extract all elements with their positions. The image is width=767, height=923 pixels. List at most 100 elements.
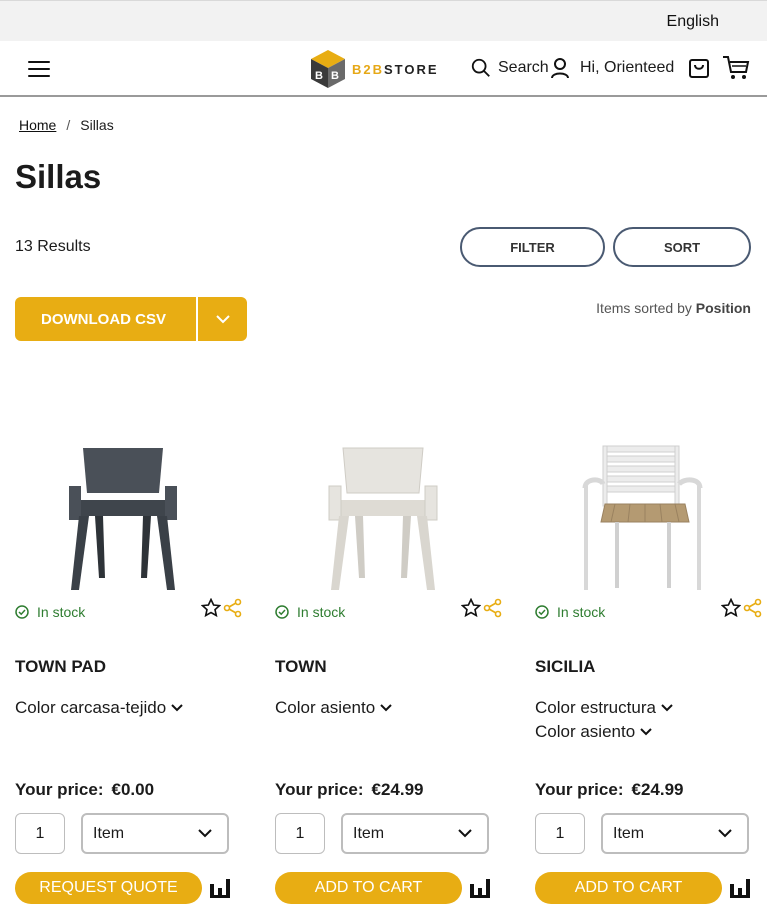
product-name[interactable]: SICILIA [535, 657, 595, 677]
unit-select[interactable]: Item [341, 813, 489, 854]
quantity-input[interactable]: 1 [275, 813, 325, 854]
product-image[interactable] [315, 438, 450, 593]
breadcrumb-current: Sillas [80, 117, 114, 133]
compare-button[interactable] [469, 878, 491, 903]
wishlist-button[interactable] [200, 597, 222, 623]
price-label: Your price: [275, 780, 364, 799]
unit-value: Item [93, 824, 125, 842]
product-card: In stock TOWN PAD Color carcasa-tejido Y… [15, 430, 247, 920]
compare-chart-icon [730, 879, 750, 898]
product-options: Color estructura Color asiento [535, 696, 674, 744]
breadcrumb-home[interactable]: Home [19, 117, 56, 133]
product-card: In stock TOWN Color asiento Your price: €… [275, 430, 507, 920]
option-label: Color asiento [535, 722, 636, 741]
share-button[interactable] [223, 598, 243, 623]
cart-button[interactable] [722, 55, 750, 86]
add-to-cart-button[interactable]: ADD TO CART [275, 872, 462, 904]
product-card: In stock SICILIA Color estructura Color … [535, 430, 767, 920]
search-label: Search [498, 59, 549, 76]
svg-text:B: B [315, 70, 323, 82]
download-csv-options-button[interactable] [198, 297, 247, 341]
quantity-input[interactable]: 1 [15, 813, 65, 854]
star-icon [720, 597, 742, 618]
compare-button[interactable] [209, 878, 231, 903]
user-icon [551, 58, 569, 79]
menu-icon[interactable] [28, 61, 50, 77]
check-circle-icon [275, 605, 289, 619]
results-count: 13 Results [15, 238, 91, 255]
price-label: Your price: [535, 780, 624, 799]
logo-cube-icon: B B [311, 50, 345, 88]
card-actions [460, 597, 503, 623]
product-name[interactable]: TOWN PAD [15, 657, 106, 677]
option-toggle[interactable]: Color estructura [535, 696, 674, 720]
quantity-input[interactable]: 1 [535, 813, 585, 854]
share-icon [223, 598, 242, 618]
wishlist-button[interactable] [460, 597, 482, 623]
shopping-lists-button[interactable] [688, 57, 710, 84]
bag-icon [689, 59, 709, 78]
product-image[interactable] [575, 438, 710, 593]
sort-button[interactable]: SORT [613, 227, 751, 267]
chevron-down-icon [380, 704, 392, 712]
account-button[interactable]: Hi, Orienteed [550, 57, 674, 79]
download-csv-group: DOWNLOAD CSV [15, 297, 247, 341]
language-switcher[interactable]: English [667, 13, 719, 31]
option-label: Color carcasa-tejido [15, 698, 167, 717]
compare-button[interactable] [729, 878, 751, 903]
chevron-down-icon [640, 728, 652, 736]
option-toggle[interactable]: Color asiento [535, 720, 674, 744]
stock-label: In stock [297, 604, 346, 620]
stock-label: In stock [37, 604, 86, 620]
user-greeting: Hi, Orienteed [580, 59, 675, 76]
breadcrumb-separator: / [66, 117, 71, 133]
product-image[interactable] [55, 438, 190, 593]
chevron-down-icon [171, 704, 183, 712]
search-button[interactable]: Search [470, 57, 549, 79]
unit-value: Item [613, 824, 645, 842]
star-icon [460, 597, 482, 618]
stock-status: In stock [15, 604, 85, 620]
chevron-down-icon [661, 704, 673, 712]
chevron-down-icon [458, 829, 472, 838]
breadcrumb: Home / Sillas [19, 117, 114, 133]
site-header: B B B2BSTORE Search Hi, Orienteed [0, 41, 767, 97]
sorted-by-label: Items sorted by [596, 300, 692, 316]
stock-status: In stock [275, 604, 345, 620]
download-csv-button[interactable]: DOWNLOAD CSV [15, 297, 198, 341]
logo-suffix: STORE [384, 61, 439, 77]
chevron-down-icon [198, 829, 212, 838]
store-logo[interactable]: B B B2BSTORE [310, 49, 442, 89]
option-toggle[interactable]: Color carcasa-tejido [15, 696, 184, 720]
search-icon [471, 58, 490, 77]
option-label: Color estructura [535, 698, 656, 717]
request-quote-button[interactable]: REQUEST QUOTE [15, 872, 202, 904]
share-button[interactable] [483, 598, 503, 623]
cart-icon [723, 56, 750, 79]
wishlist-button[interactable] [720, 597, 742, 623]
top-bar: English [0, 0, 767, 41]
unit-select[interactable]: Item [81, 813, 229, 854]
share-icon [483, 598, 502, 618]
check-circle-icon [535, 605, 549, 619]
add-to-cart-button[interactable]: ADD TO CART [535, 872, 722, 904]
price-value: €0.00 [111, 780, 155, 799]
unit-select[interactable]: Item [601, 813, 749, 854]
product-options: Color asiento [275, 696, 393, 720]
option-toggle[interactable]: Color asiento [275, 696, 393, 720]
product-options: Color carcasa-tejido [15, 696, 184, 720]
product-name[interactable]: TOWN [275, 657, 327, 677]
page-title: Sillas [15, 158, 102, 195]
card-actions [720, 597, 763, 623]
card-actions [200, 597, 243, 623]
price: Your price: €24.99 [275, 780, 423, 800]
price-value: €24.99 [371, 780, 424, 799]
stock-label: In stock [557, 604, 606, 620]
price: Your price: €0.00 [15, 780, 154, 800]
option-label: Color asiento [275, 698, 376, 717]
filter-button[interactable]: FILTER [460, 227, 605, 267]
chevron-down-icon [718, 829, 732, 838]
share-button[interactable] [743, 598, 763, 623]
stock-status: In stock [535, 604, 605, 620]
check-circle-icon [15, 605, 29, 619]
